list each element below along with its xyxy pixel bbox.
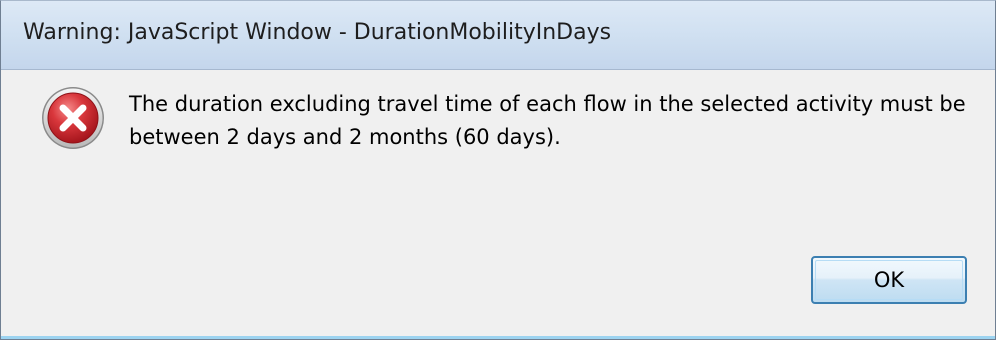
ok-button[interactable]: OK: [811, 256, 967, 304]
title-bar[interactable]: Warning: JavaScript Window - DurationMob…: [1, 1, 995, 70]
ok-button-label: OK: [815, 260, 963, 300]
javascript-warning-dialog: Warning: JavaScript Window - DurationMob…: [0, 0, 996, 340]
window-title: Warning: JavaScript Window - DurationMob…: [23, 20, 612, 45]
bottom-edge: [1, 336, 995, 339]
dialog-content: The duration excluding travel time of ea…: [1, 70, 995, 339]
error-message: The duration excluding travel time of ea…: [129, 92, 966, 149]
error-icon: [42, 87, 104, 149]
